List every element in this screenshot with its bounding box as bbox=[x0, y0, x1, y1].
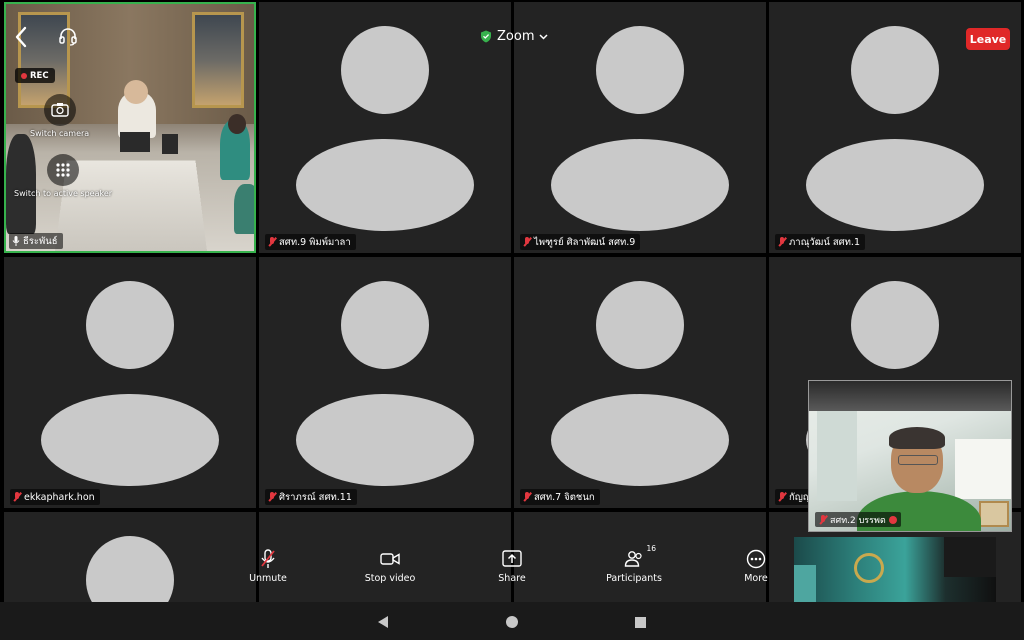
system-navigation-bar bbox=[0, 602, 1024, 640]
participant-name: สศท.9 พิมพ์มาลา bbox=[279, 236, 351, 248]
leave-button[interactable]: Leave bbox=[966, 28, 1010, 50]
mic-muted-icon bbox=[523, 237, 531, 247]
meeting-title: Zoom bbox=[497, 29, 535, 44]
nav-home-button[interactable] bbox=[505, 614, 519, 628]
recording-dot-icon bbox=[888, 515, 897, 524]
shield-check-icon bbox=[481, 30, 491, 43]
recording-label: REC bbox=[30, 70, 49, 81]
microphone-off-icon bbox=[256, 548, 280, 570]
mic-muted-icon bbox=[13, 492, 21, 502]
participant-name-tag: สศท.7 จิตชนก bbox=[520, 489, 600, 505]
mic-muted-icon bbox=[778, 492, 786, 502]
switch-camera-button[interactable]: Switch camera bbox=[30, 94, 89, 138]
participants-button[interactable]: 16 Participants bbox=[590, 536, 678, 624]
switch-speaker-label: Switch to active speaker bbox=[14, 189, 113, 198]
mic-muted-icon bbox=[268, 492, 276, 502]
default-avatar-icon bbox=[596, 281, 684, 369]
recording-badge: REC bbox=[15, 68, 55, 83]
self-name-tag: สศท.2 บรรพต bbox=[815, 512, 901, 527]
mic-muted-icon bbox=[778, 237, 786, 247]
chevron-left-icon bbox=[15, 26, 27, 48]
audio-device-button[interactable] bbox=[58, 28, 80, 48]
headset-icon bbox=[59, 28, 77, 46]
camera-switch-icon bbox=[43, 94, 76, 126]
participant-name: ไพฑูรย์ ศิลาพัฒน์ สศท.9 bbox=[534, 236, 636, 248]
participant-name-tag: ekkaphark.hon bbox=[10, 489, 100, 505]
participants-icon: 16 bbox=[622, 544, 656, 570]
back-button[interactable] bbox=[14, 26, 32, 50]
unmute-button[interactable]: Unmute bbox=[224, 536, 312, 602]
share-screen-icon bbox=[500, 548, 524, 570]
triangle-back-icon bbox=[378, 616, 388, 628]
meeting-controls: Unmute Stop video Share 16 Participants bbox=[0, 536, 1024, 624]
participant-video-tile[interactable]: สศท.7 จิตชนก bbox=[514, 257, 766, 508]
microphone-icon bbox=[12, 236, 20, 246]
self-name: สศท.2 บรรพต bbox=[830, 515, 886, 526]
participant-name: ekkaphark.hon bbox=[24, 491, 95, 503]
chevron-down-icon bbox=[539, 33, 549, 40]
switch-camera-label: Switch camera bbox=[30, 129, 90, 138]
participant-video-tile[interactable]: ekkaphark.hon bbox=[4, 257, 256, 508]
video-camera-icon bbox=[378, 548, 402, 570]
default-avatar-icon bbox=[851, 281, 939, 369]
more-button[interactable]: More bbox=[712, 536, 800, 602]
recording-dot-icon bbox=[21, 72, 27, 79]
nav-back-button[interactable] bbox=[377, 614, 391, 628]
stop-video-button[interactable]: Stop video bbox=[346, 536, 434, 624]
participant-name-tag: ธีระพันธ์ bbox=[9, 233, 63, 249]
nav-recents-button[interactable] bbox=[634, 614, 648, 628]
participant-name: ภาณุวัฒน์ สศท.1 bbox=[789, 236, 860, 248]
unmute-label: Unmute bbox=[249, 573, 287, 584]
participants-count: 16 bbox=[646, 544, 656, 553]
participant-video-tile[interactable]: ศิราภรณ์ สศท.11 bbox=[259, 257, 511, 508]
mic-muted-icon bbox=[819, 514, 827, 525]
share-button[interactable]: Share bbox=[468, 536, 556, 602]
participant-name: สศท.7 จิตชนก bbox=[534, 491, 595, 503]
meeting-top-bar: Zoom Leave bbox=[0, 14, 1024, 58]
default-avatar-icon bbox=[341, 281, 429, 369]
participant-name: ศิราภรณ์ สศท.11 bbox=[279, 491, 352, 503]
stop-video-label: Stop video bbox=[364, 573, 416, 584]
mic-muted-icon bbox=[523, 492, 531, 502]
self-view-video[interactable]: สศท.2 บรรพต bbox=[808, 380, 1012, 532]
meeting-title-dropdown[interactable]: Zoom bbox=[480, 29, 549, 44]
participant-name-tag: สศท.9 พิมพ์มาลา bbox=[265, 234, 356, 250]
participant-name: ธีระพันธ์ bbox=[23, 235, 58, 247]
default-avatar-icon bbox=[86, 281, 174, 369]
grid-icon bbox=[47, 154, 80, 186]
more-label: More bbox=[744, 573, 768, 584]
participants-label: Participants bbox=[606, 573, 662, 584]
participant-name-tag: ศิราภรณ์ สศท.11 bbox=[265, 489, 357, 505]
switch-active-speaker-button[interactable]: Switch to active speaker bbox=[14, 154, 112, 198]
square-recents-icon bbox=[635, 617, 646, 628]
zoom-meeting-screen: REC Switch camera Switch to active speak… bbox=[0, 0, 1024, 640]
share-label: Share bbox=[498, 573, 526, 584]
circle-home-icon bbox=[506, 616, 518, 628]
more-icon bbox=[744, 548, 768, 570]
participant-name-tag: ไพฑูรย์ ศิลาพัฒน์ สศท.9 bbox=[520, 234, 641, 250]
mic-muted-icon bbox=[268, 237, 276, 247]
participant-name-tag: ภาณุวัฒน์ สศท.1 bbox=[775, 234, 865, 250]
